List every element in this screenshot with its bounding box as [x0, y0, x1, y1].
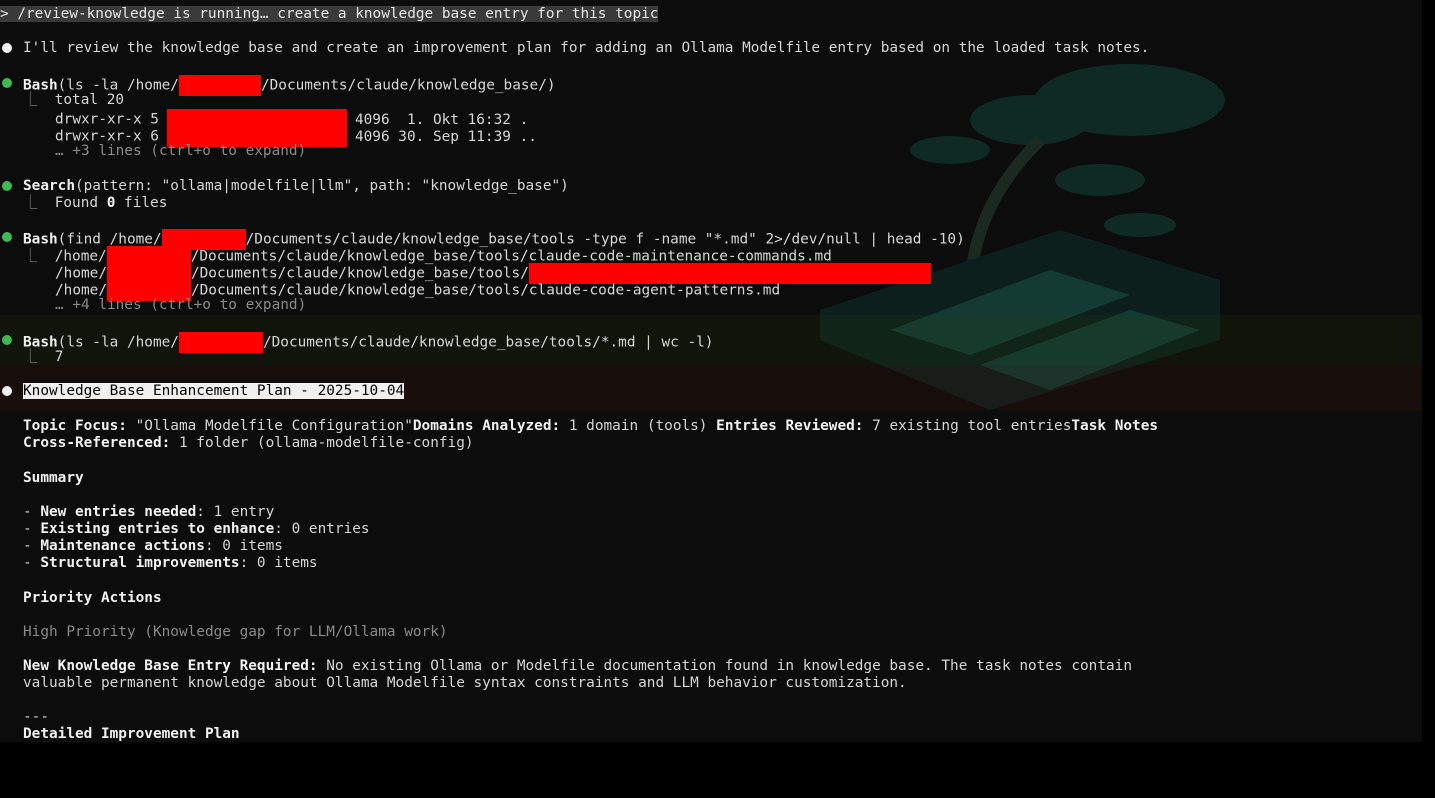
message-bullet-icon: [2, 43, 12, 53]
assistant-intro-text: I'll review the knowledge base and creat…: [23, 40, 1150, 56]
tool-call-bash-1: Bash(ls -la /home//Documents/claude/know…: [23, 75, 556, 96]
tool-status-bullet-icon: [2, 335, 12, 345]
tool-output-line: /home//Documents/claude/knowledge_base/t…: [55, 263, 931, 284]
tree-connector-icon: ⎿: [23, 349, 55, 365]
message-bullet-icon: [2, 386, 12, 396]
plan-heading: Knowledge Base Enhancement Plan - 2025-1…: [23, 383, 405, 399]
tool-output-line: ⎿ /home//Documents/claude/knowledge_base…: [23, 246, 832, 267]
summary-item: - Structural improvements: 0 items: [23, 555, 318, 571]
tool-call-bash-2: Bash(find /home//Documents/claude/knowle…: [23, 229, 965, 250]
tool-status-bullet-icon: [2, 181, 12, 191]
priority-heading: Priority Actions: [23, 590, 162, 606]
new-entry-paragraph-2: valuable permanent knowledge about Ollam…: [23, 675, 907, 691]
tool-output-line: drwxr-xr-x 6 4096 30. Sep 11:39 ..: [55, 126, 537, 147]
summary-item: - Maintenance actions: 0 items: [23, 538, 283, 554]
tree-connector-icon: ⎿: [23, 92, 55, 108]
redacted-username: [178, 75, 261, 96]
summary-heading: Summary: [23, 470, 84, 486]
terminal-window: > /review-knowledge is running… create a…: [0, 0, 1422, 742]
tool-output-line: ⎿ Found 0 files: [23, 195, 168, 211]
high-priority-label: High Priority (Knowledge gap for LLM/Oll…: [23, 624, 448, 640]
tree-connector-icon: ⎿: [23, 195, 55, 211]
detailed-plan-heading: Detailed Improvement Plan: [23, 726, 240, 742]
tool-output-line: drwxr-xr-x 5 4096 1. Okt 16:32 .: [55, 109, 528, 130]
tool-output-line: ⎿ total 20: [23, 92, 125, 108]
tool-call-search: Search(pattern: "ollama|modelfile|llm", …: [23, 178, 569, 194]
redacted-username: [178, 332, 263, 353]
summary-item: - Existing entries to enhance: 0 entries: [23, 521, 370, 537]
new-entry-paragraph-1: New Knowledge Base Entry Required: No ex…: [23, 658, 1132, 674]
tool-call-bash-3: Bash(ls -la /home//Documents/claude/know…: [23, 332, 713, 353]
tool-status-bullet-icon: [2, 232, 12, 242]
command-prompt: > /review-knowledge is running… create a…: [0, 6, 659, 22]
expand-hint[interactable]: … +3 lines (ctrl+o to expand): [55, 143, 306, 160]
summary-item: - New entries needed: 1 entry: [23, 504, 275, 520]
expand-hint[interactable]: … +4 lines (ctrl+o to expand): [55, 297, 306, 314]
separator: ---: [23, 709, 49, 725]
tool-status-bullet-icon: [2, 78, 12, 88]
plan-meta-line-1: Topic Focus: "Ollama Modelfile Configura…: [23, 418, 1159, 434]
plan-meta-line-2: Cross-Referenced: 1 folder (ollama-model…: [23, 435, 474, 451]
tree-connector-icon: ⎿: [23, 248, 55, 265]
tool-output-line: ⎿ 7: [23, 349, 64, 365]
tool-output-line: /home//Documents/claude/knowledge_base/t…: [55, 280, 780, 301]
